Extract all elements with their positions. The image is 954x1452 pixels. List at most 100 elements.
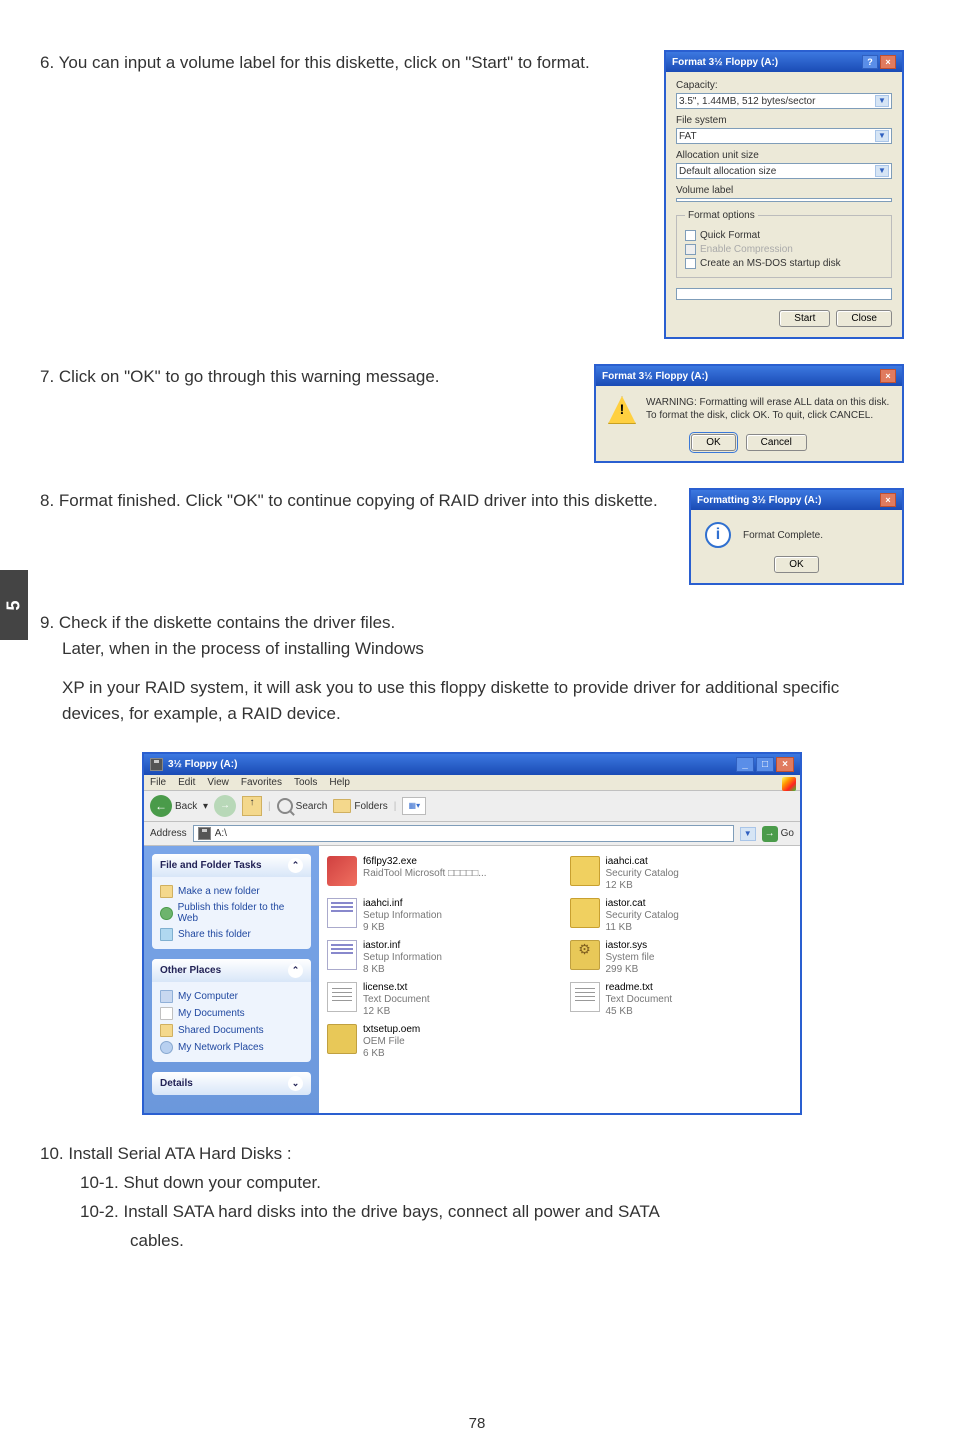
menu-view[interactable]: View xyxy=(207,777,229,788)
file-name: txtsetup.oem xyxy=(363,1024,420,1036)
explorer-sidebar: File and Folder Tasks ⌃ Make a new folde… xyxy=(144,846,319,1113)
file-size: 8 KB xyxy=(363,964,442,976)
menubar: File Edit View Favorites Tools Help xyxy=(144,775,800,791)
address-bar: Address A:\ ▼ → Go xyxy=(144,822,800,846)
file-name: iastor.sys xyxy=(606,940,655,952)
menu-help[interactable]: Help xyxy=(329,777,350,788)
file-name: iastor.inf xyxy=(363,940,442,952)
share-icon xyxy=(160,928,173,941)
file-item[interactable]: iastor.catSecurity Catalog11 KB xyxy=(570,898,793,934)
step-6-text: 6. You can input a volume label for this… xyxy=(40,50,639,76)
ok-button[interactable]: OK xyxy=(774,556,818,573)
file-name: license.txt xyxy=(363,982,430,994)
cancel-button[interactable]: Cancel xyxy=(746,434,807,451)
filesystem-label: File system xyxy=(676,115,892,126)
close-icon[interactable]: × xyxy=(880,493,896,507)
checkbox-icon[interactable] xyxy=(685,258,696,269)
search-icon xyxy=(277,798,293,814)
documents-icon xyxy=(160,1007,173,1020)
msdos-startup-checkbox[interactable]: Create an MS-DOS startup disk xyxy=(685,258,883,269)
dialog-titlebar[interactable]: Formatting 3½ Floppy (A:) × xyxy=(691,490,902,510)
network-icon xyxy=(160,1041,173,1054)
ok-button[interactable]: OK xyxy=(691,434,735,451)
file-item[interactable]: iaahci.infSetup Information9 KB xyxy=(327,898,550,934)
address-dropdown[interactable]: ▼ xyxy=(740,827,756,841)
views-button[interactable]: ▦▾ xyxy=(402,797,426,815)
sidebar-item-shared-docs[interactable]: Shared Documents xyxy=(160,1022,303,1039)
publish-icon xyxy=(160,907,173,920)
file-icon xyxy=(570,940,600,970)
close-icon[interactable]: × xyxy=(776,757,794,772)
file-name: iastor.cat xyxy=(606,898,679,910)
sidebar-item-share[interactable]: Share this folder xyxy=(160,926,303,943)
warning-text: WARNING: Formatting will erase ALL data … xyxy=(646,396,890,422)
sidebar-item-new-folder[interactable]: Make a new folder xyxy=(160,883,303,900)
dialog-titlebar[interactable]: Format 3½ Floppy (A:) × xyxy=(596,366,902,386)
panel-header[interactable]: File and Folder Tasks ⌃ xyxy=(152,854,311,877)
file-size: 299 KB xyxy=(606,964,655,976)
sidebar-item-my-documents[interactable]: My Documents xyxy=(160,1005,303,1022)
step-10: 10. Install Serial ATA Hard Disks : 10-1… xyxy=(40,1140,904,1256)
expand-icon[interactable]: ⌄ xyxy=(288,1076,303,1091)
close-button[interactable]: Close xyxy=(836,310,892,327)
format-progress-bar xyxy=(676,288,892,300)
checkbox-icon[interactable] xyxy=(685,230,696,241)
chevron-down-icon[interactable]: ▼ xyxy=(875,95,889,107)
dialog-title: Format 3½ Floppy (A:) xyxy=(602,371,708,382)
dialog-titlebar[interactable]: Format 3½ Floppy (A:) ? × xyxy=(666,52,902,72)
step-8-text: 8. Format finished. Click "OK" to contin… xyxy=(40,488,664,514)
maximize-button[interactable]: □ xyxy=(756,757,774,772)
quick-format-checkbox[interactable]: Quick Format xyxy=(685,230,883,241)
sidebar-item-my-computer[interactable]: My Computer xyxy=(160,988,303,1005)
folders-button[interactable]: Folders xyxy=(333,799,387,813)
file-item[interactable]: iastor.infSetup Information8 KB xyxy=(327,940,550,976)
file-desc: Security Catalog xyxy=(606,910,679,922)
help-button[interactable]: ? xyxy=(862,55,878,69)
minimize-button[interactable]: _ xyxy=(736,757,754,772)
filesystem-dropdown[interactable]: FAT ▼ xyxy=(676,128,892,144)
file-icon xyxy=(570,898,600,928)
file-item[interactable]: f6flpy32.exeRaidTool Microsoft □□□□□... xyxy=(327,856,550,892)
close-icon[interactable]: × xyxy=(880,55,896,69)
file-desc: Text Document xyxy=(363,994,430,1006)
capacity-dropdown[interactable]: 3.5", 1.44MB, 512 bytes/sector ▼ xyxy=(676,93,892,109)
chevron-down-icon[interactable]: ▼ xyxy=(875,165,889,177)
chevron-down-icon[interactable]: ▼ xyxy=(875,130,889,142)
panel-header[interactable]: Details ⌄ xyxy=(152,1072,311,1095)
start-button[interactable]: Start xyxy=(779,310,830,327)
other-places-panel: Other Places ⌃ My Computer My Documents … xyxy=(152,959,311,1062)
forward-button[interactable]: → xyxy=(214,795,236,817)
file-item[interactable]: license.txtText Document12 KB xyxy=(327,982,550,1018)
address-label: Address xyxy=(150,828,187,839)
dialog-title: Format 3½ Floppy (A:) xyxy=(672,57,778,68)
up-button[interactable]: ↑ xyxy=(242,796,262,816)
allocation-dropdown[interactable]: Default allocation size ▼ xyxy=(676,163,892,179)
back-button[interactable]: ← Back ▾ xyxy=(150,795,208,817)
file-item[interactable]: iaahci.catSecurity Catalog12 KB xyxy=(570,856,793,892)
panel-header[interactable]: Other Places ⌃ xyxy=(152,959,311,982)
file-desc: Setup Information xyxy=(363,952,442,964)
info-text: Format Complete. xyxy=(743,530,823,541)
file-item[interactable]: readme.txtText Document45 KB xyxy=(570,982,793,1018)
file-size: 12 KB xyxy=(606,880,679,892)
sidebar-item-network-places[interactable]: My Network Places xyxy=(160,1039,303,1056)
volume-label-input[interactable] xyxy=(676,198,892,202)
menu-tools[interactable]: Tools xyxy=(294,777,317,788)
collapse-icon[interactable]: ⌃ xyxy=(288,858,303,873)
warning-icon xyxy=(608,396,636,424)
search-button[interactable]: Search xyxy=(277,798,328,814)
close-icon[interactable]: × xyxy=(880,369,896,383)
window-titlebar[interactable]: 3½ Floppy (A:) _ □ × xyxy=(144,754,800,775)
allocation-label: Allocation unit size xyxy=(676,150,892,161)
menu-edit[interactable]: Edit xyxy=(178,777,195,788)
file-folder-tasks-panel: File and Folder Tasks ⌃ Make a new folde… xyxy=(152,854,311,949)
sidebar-item-publish[interactable]: Publish this folder to the Web xyxy=(160,900,303,926)
file-desc: Text Document xyxy=(606,994,673,1006)
file-item[interactable]: iastor.sysSystem file299 KB xyxy=(570,940,793,976)
collapse-icon[interactable]: ⌃ xyxy=(288,963,303,978)
address-field[interactable]: A:\ xyxy=(193,825,734,842)
menu-file[interactable]: File xyxy=(150,777,166,788)
go-button[interactable]: → Go xyxy=(762,826,794,842)
file-item[interactable]: txtsetup.oemOEM File6 KB xyxy=(327,1024,550,1060)
menu-favorites[interactable]: Favorites xyxy=(241,777,282,788)
